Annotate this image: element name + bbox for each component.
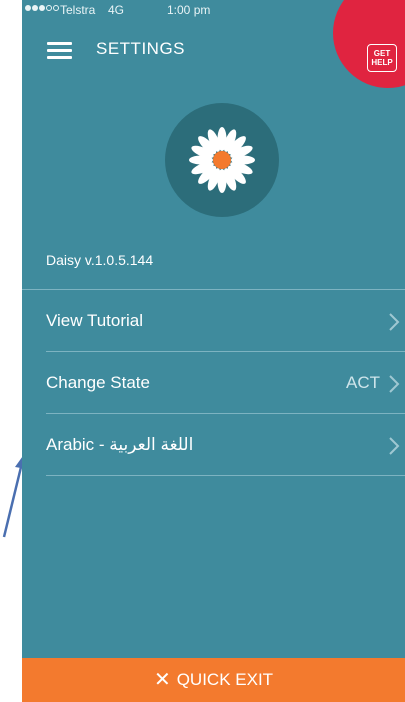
divider [46,475,405,476]
app-version: Daisy v.1.0.5.144 [46,252,154,268]
chevron-right-icon [389,375,400,393]
close-icon: ✕ [153,669,171,691]
network-type: 4G [108,3,125,17]
app-screen: Telstra 4G 1:00 pm GET HELP SETTINGS Dai… [22,0,405,702]
page-title: SETTINGS [96,39,186,58]
daisy-logo [165,103,279,217]
menu-item-view-tutorial[interactable]: View Tutorial [22,291,405,351]
quick-exit-label: QUICK EXIT [176,670,274,689]
divider [22,289,405,290]
quick-exit-button[interactable]: ✕ QUICK EXIT [22,658,405,702]
divider [46,413,405,414]
menu-item-change-state[interactable]: Change State ACT [22,353,405,413]
chevron-right-icon [389,437,400,455]
header: SETTINGS [22,26,405,76]
chevron-right-icon [389,313,400,331]
page: Telstra 4G 1:00 pm GET HELP SETTINGS Dai… [0,0,405,702]
menu-item-label: View Tutorial [46,311,144,330]
daisy-logo-icon [189,127,255,193]
menu-icon[interactable] [47,42,72,60]
carrier-name: Telstra [60,3,96,17]
signal-strength-icon [25,5,59,11]
menu-item-label: Change State [46,373,150,392]
divider [46,351,405,352]
selected-state-value: ACT [346,373,380,392]
menu-item-language-arabic[interactable]: Arabic - اللغة العربية [22,415,405,475]
menu-item-label: Arabic - اللغة العربية [46,435,194,454]
status-time: 1:00 pm [167,3,211,17]
